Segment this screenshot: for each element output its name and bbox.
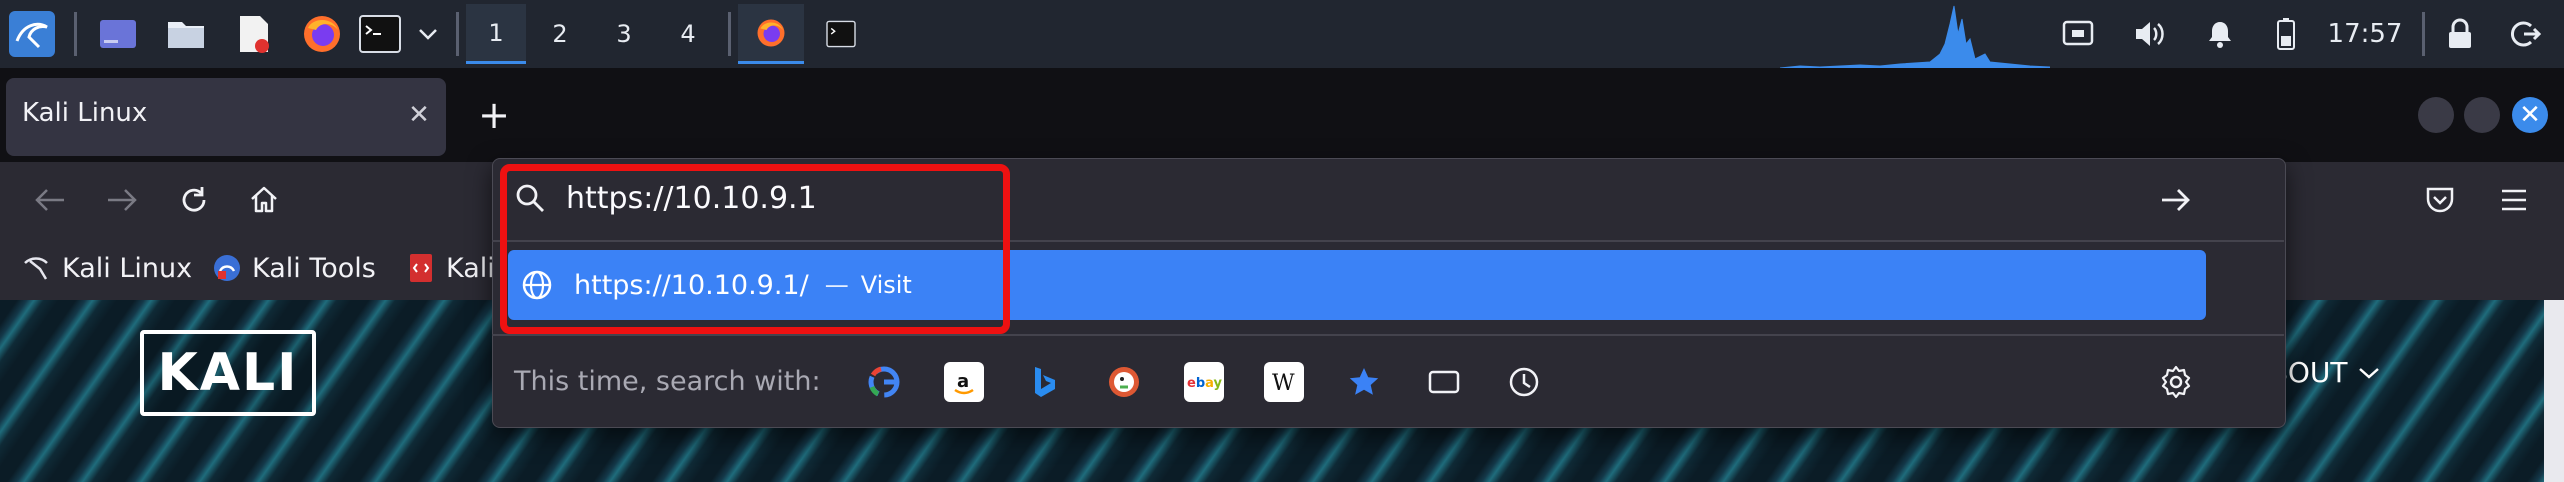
bookmark-label: Kali Tools — [252, 252, 376, 284]
notifications-bell-icon[interactable] — [2196, 0, 2244, 68]
firefox-launcher-icon[interactable] — [298, 10, 346, 58]
taskbar-firefox-window[interactable] — [738, 4, 804, 64]
bookmark-kali-tools[interactable]: Kali Tools — [212, 248, 376, 288]
show-desktop-icon[interactable] — [94, 10, 142, 58]
pocket-icon[interactable] — [2416, 176, 2464, 224]
logout-icon[interactable] — [2502, 0, 2550, 68]
duckduckgo-icon[interactable] — [1104, 362, 1144, 402]
forward-arrow-icon[interactable] — [98, 176, 146, 224]
bookmark-label: Kali — [446, 252, 495, 284]
chevron-down-icon[interactable] — [408, 10, 448, 58]
dropdown-divider — [492, 334, 2284, 336]
terminal-launcher-icon[interactable] — [356, 10, 404, 58]
history-icon[interactable] — [1504, 362, 1544, 402]
svg-text:a: a — [957, 371, 969, 392]
svg-text:W: W — [1272, 371, 1295, 396]
menu-hamburger-icon[interactable] — [2490, 176, 2538, 224]
tabs-icon[interactable] — [1424, 362, 1464, 402]
chevron-down-icon — [2358, 367, 2379, 379]
file-manager-icon[interactable] — [162, 10, 210, 58]
google-icon[interactable] — [864, 362, 904, 402]
home-icon[interactable] — [240, 176, 288, 224]
tab-close-icon[interactable]: ✕ — [404, 100, 434, 130]
kali-site-logo[interactable]: KALI — [140, 330, 316, 416]
window-close-button[interactable]: ✕ — [2512, 97, 2548, 133]
go-arrow-icon[interactable] — [2158, 182, 2194, 218]
new-tab-button[interactable]: + — [474, 93, 514, 137]
terminal-icon — [826, 20, 856, 48]
gear-icon[interactable] — [2158, 364, 2194, 400]
workspace-2[interactable]: 2 — [530, 4, 590, 64]
amazon-icon[interactable]: a — [944, 362, 984, 402]
kali-docs-icon — [406, 253, 436, 283]
window-minimize-button[interactable] — [2418, 97, 2454, 133]
page-scrollbar[interactable] — [2544, 300, 2564, 482]
svg-text:ebay: ebay — [1187, 376, 1222, 391]
back-arrow-icon[interactable] — [26, 176, 74, 224]
ebay-icon[interactable]: ebay — [1184, 362, 1224, 402]
network-icon[interactable] — [2054, 0, 2102, 68]
bookmark-kali-docs[interactable]: Kali — [406, 248, 495, 288]
taskbar-terminal-window[interactable] — [816, 10, 866, 58]
bookmark-label: Kali Linux — [62, 252, 193, 284]
firefox-icon — [757, 19, 785, 46]
tab-title: Kali Linux — [22, 98, 148, 128]
workspace-4[interactable]: 4 — [658, 4, 718, 64]
battery-icon — [2266, 0, 2306, 68]
kali-dragon-icon — [22, 253, 52, 283]
kali-menu-icon[interactable] — [8, 10, 56, 58]
annotation-highlight-box — [500, 164, 1010, 334]
taskbar-clock[interactable]: 17:57 — [2318, 0, 2412, 68]
bing-icon[interactable] — [1024, 362, 1064, 402]
workspace-1[interactable]: 1 — [466, 4, 526, 64]
bookmark-kali-linux[interactable]: Kali Linux — [22, 248, 192, 288]
lock-icon[interactable] — [2436, 0, 2484, 68]
wikipedia-icon[interactable]: W — [1264, 362, 1304, 402]
bookmarks-star-icon[interactable] — [1344, 362, 1384, 402]
search-with-label: This time, search with: — [514, 366, 821, 397]
taskbar-separator — [2422, 12, 2425, 56]
taskbar-separator — [728, 12, 731, 56]
clock-time: 17:57 — [2327, 19, 2403, 49]
network-monitor-graph — [1780, 4, 2050, 68]
taskbar-separator — [74, 12, 77, 56]
text-editor-icon[interactable] — [230, 10, 278, 58]
workspace-3[interactable]: 3 — [594, 4, 654, 64]
taskbar-separator — [456, 12, 459, 56]
kali-tools-icon — [212, 253, 242, 283]
volume-icon[interactable] — [2126, 0, 2174, 68]
window-maximize-button[interactable] — [2464, 97, 2500, 133]
reload-icon[interactable] — [170, 176, 218, 224]
